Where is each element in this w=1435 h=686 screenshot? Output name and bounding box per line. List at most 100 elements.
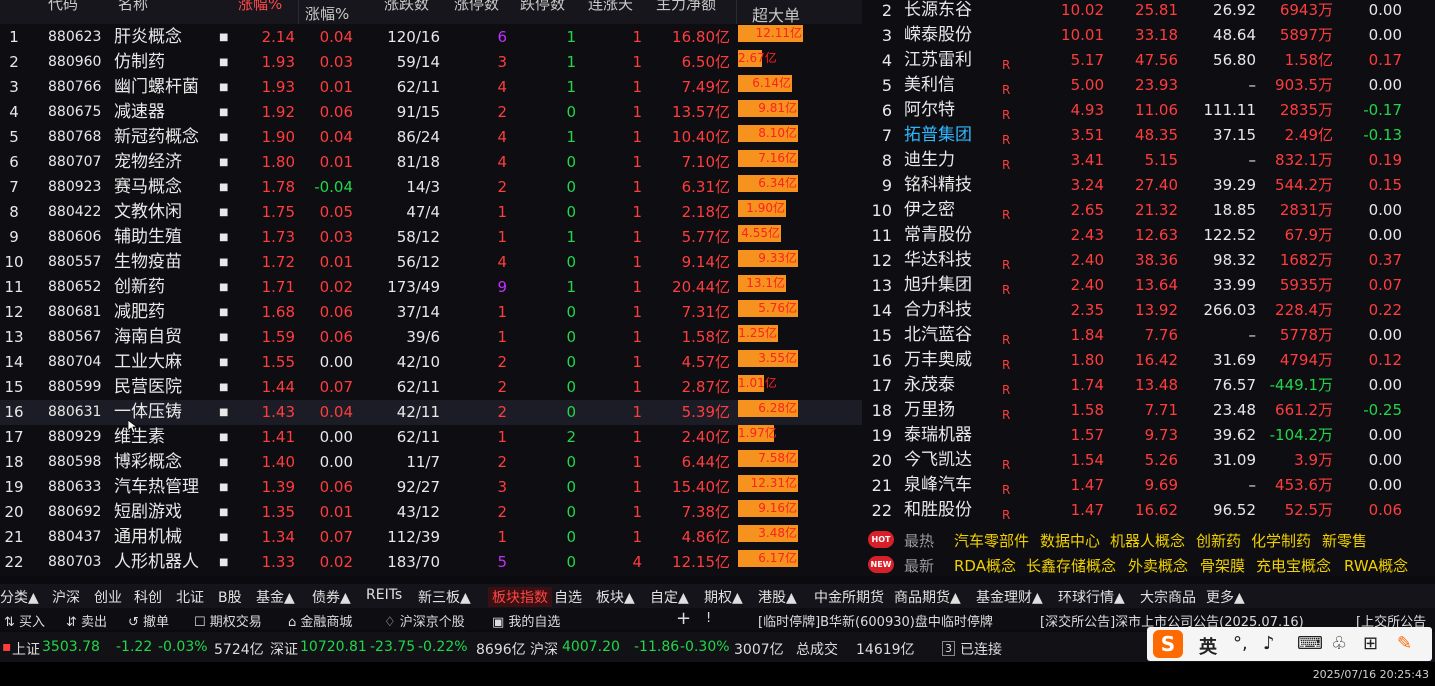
- tab-10[interactable]: 板块指数: [488, 587, 552, 607]
- stock-row[interactable]: 16 万丰奥威 R 1.80 16.42 31.69 4794万 0.12: [862, 348, 1435, 373]
- tab-6[interactable]: 基金▲: [256, 587, 295, 607]
- tab-7[interactable]: 债券▲: [312, 587, 351, 607]
- sector-row[interactable]: 8 880422 文教休闲 1.75 0.05 47/4 1 0 1 2.18亿 ■ 1.90亿: [0, 200, 862, 225]
- tab-21[interactable]: 更多▲: [1206, 587, 1245, 607]
- sector-row[interactable]: 2 880960 仿制药 1.93 0.03 59/14 3 1 1 6.50亿 ■ 2.67亿: [0, 50, 862, 75]
- stock-row[interactable]: 22 和胜股份 R 1.47 16.62 96.52 52.5万 0.06: [862, 498, 1435, 523]
- sector-row[interactable]: 20 880692 短剧游戏 1.35 0.01 43/12 2 0 1 7.38亿 ■ 9.16亿: [0, 500, 862, 525]
- sector-row[interactable]: 10 880557 生物疫苗 1.72 0.01 56/12 4 0 1 9.14亿 ■ 9.33亿: [0, 250, 862, 275]
- sector-row[interactable]: 1 880623 肝炎概念 2.14 0.04 120/16 6 1 1 16.80亿 ■ 12.11…: [0, 25, 862, 50]
- alert-icon[interactable]: !: [706, 611, 711, 626]
- finance-mall-button[interactable]: ⌂ 金融商城: [288, 611, 352, 630]
- col-limitup[interactable]: 涨停数: [454, 0, 499, 14]
- sector-row[interactable]: 12 880681 减肥药 1.68 0.06 37/14 1 0 1 7.31亿 ■ 5.76亿: [0, 300, 862, 325]
- notice-ticker-1[interactable]: [临时停牌]B华新(600930)盘中临时停牌: [758, 611, 993, 630]
- stock-row[interactable]: 2 长源东谷 10.02 25.81 26.92 6943万 0.00: [862, 0, 1435, 23]
- stock-row[interactable]: 14 合力科技 2.35 13.92 266.03 228.4万 0.22: [862, 298, 1435, 323]
- punctuation-icon[interactable]: °,: [1233, 633, 1248, 654]
- tab-13[interactable]: 自定▲: [650, 587, 689, 607]
- sz-label[interactable]: 深证: [270, 639, 298, 659]
- game-icon[interactable]: ✎: [1397, 633, 1412, 654]
- new-tag[interactable]: RDA概念: [954, 555, 1016, 576]
- col-limitdown[interactable]: 跌停数: [520, 0, 565, 14]
- stock-row[interactable]: 20 今飞凯达 R 1.54 5.26 31.09 3.9万 0.00: [862, 448, 1435, 473]
- stock-row[interactable]: 8 迪生力 R 3.41 5.15–832.1万 0.19: [862, 148, 1435, 173]
- tab-12[interactable]: 板块▲: [596, 587, 635, 607]
- hs-label[interactable]: 沪深: [530, 639, 558, 659]
- stock-row[interactable]: 21 泉峰汽车 R 1.47 9.69–453.6万 0.00: [862, 473, 1435, 498]
- stock-row[interactable]: 11 常青股份 2.43 12.63 122.52 67.9万 0.00: [862, 223, 1435, 248]
- option-trade-button[interactable]: ☐ 期权交易: [194, 611, 262, 630]
- sector-row[interactable]: 9 880606 辅助生殖 1.73 0.03 58/12 1 1 1 5.77亿 ■ 4.55亿: [0, 225, 862, 250]
- new-tag[interactable]: 充电宝概念: [1256, 555, 1331, 576]
- hot-tag[interactable]: 化学制药: [1251, 530, 1311, 551]
- sh-label[interactable]: 上证: [12, 639, 40, 659]
- tab-11[interactable]: 自选: [554, 587, 582, 607]
- cancel-button[interactable]: ↺ 撤单: [128, 611, 169, 630]
- col-updown[interactable]: 涨跌数: [384, 0, 429, 14]
- stock-row[interactable]: 12 华达科技 R 2.40 38.36 98.32 1682万 0.37: [862, 248, 1435, 273]
- col-speed[interactable]: 涨幅%: [305, 3, 349, 24]
- sector-row[interactable]: 7 880923 赛马概念 1.78 -0.04 14/3 2 0 1 6.31亿 ■ 6.34亿: [0, 175, 862, 200]
- sector-row[interactable]: 21 880437 通用机械 1.34 0.07 112/39 1 0 1 4.86亿 ■ 3.48亿: [0, 525, 862, 550]
- sector-row[interactable]: 11 880652 创新药 1.71 0.02 173/49 9 1 1 20.44亿 ■ 13.1亿: [0, 275, 862, 300]
- stock-row[interactable]: 17 永茂泰 R 1.74 13.48 76.57 -449.1万 0.00: [862, 373, 1435, 398]
- hot-tag[interactable]: 机器人概念: [1110, 530, 1185, 551]
- stock-row[interactable]: 19 泰瑞机器 1.57 9.73 39.62 -104.2万 0.00: [862, 423, 1435, 448]
- tab-4[interactable]: 北证: [176, 587, 204, 607]
- col-change[interactable]: 涨幅%: [238, 0, 282, 14]
- sector-row[interactable]: 6 880707 宠物经济 1.80 0.01 81/18 4 0 1 7.10亿 ■ 7.16亿: [0, 150, 862, 175]
- my-favorites-button[interactable]: ▣ 我的自选: [492, 611, 560, 630]
- tab-17[interactable]: 商品期货▲: [894, 587, 961, 607]
- stock-row[interactable]: 6 阿尔特 R 4.93 11.06 111.11 2835万 -0.17: [862, 98, 1435, 123]
- buy-button[interactable]: ⇅ 买入: [4, 611, 45, 630]
- new-tag[interactable]: 骨架膜: [1200, 555, 1245, 576]
- sector-row[interactable]: 22 880703 人形机器人 1.33 0.02 183/70 5 0 4 12.15亿 ■ 6.1…: [0, 550, 862, 575]
- sector-row[interactable]: 13 880567 海南自贸 1.59 0.06 39/6 1 0 1 1.58亿 ■ 1.25亿: [0, 325, 862, 350]
- tab-9[interactable]: 新三板▲: [418, 587, 471, 607]
- tab-2[interactable]: 创业: [94, 587, 122, 607]
- stock-button[interactable]: ♢ 沪深京个股: [384, 611, 465, 630]
- col-name[interactable]: 名称: [118, 0, 148, 14]
- stock-row[interactable]: 13 旭升集团 R 2.40 13.64 33.99 5935万 0.07: [862, 273, 1435, 298]
- tab-18[interactable]: 基金理财▲: [976, 587, 1043, 607]
- sector-row[interactable]: 14 880704 工业大麻 1.55 0.00 42/10 2 0 1 4.57亿 ■ 3.55亿: [0, 350, 862, 375]
- stock-row[interactable]: 3 嵘泰股份 10.01 33.18 48.64 5897万 0.00: [862, 23, 1435, 48]
- hot-tag[interactable]: 新零售: [1322, 530, 1367, 551]
- new-tag[interactable]: RWA概念: [1344, 555, 1408, 576]
- col-main-net[interactable]: 主力净额: [656, 0, 716, 14]
- tab-19[interactable]: 环球行情▲: [1058, 587, 1125, 607]
- tab-8[interactable]: REITs: [366, 587, 402, 603]
- tab-16[interactable]: 中金所期货: [814, 587, 884, 607]
- tab-1[interactable]: 沪深: [52, 587, 80, 607]
- toolbox-icon[interactable]: ⊞: [1363, 633, 1378, 654]
- sector-row[interactable]: 4 880675 减速器 1.92 0.06 91/15 2 0 1 13.57亿 ■ 9.81亿: [0, 100, 862, 125]
- stock-row[interactable]: 10 伊之密 R 2.65 21.32 18.85 2831万 0.00: [862, 198, 1435, 223]
- col-streak[interactable]: 连涨天: [588, 0, 633, 14]
- stock-row[interactable]: 15 北汽蓝谷 R 1.84 7.76–5778万 0.00: [862, 323, 1435, 348]
- sector-row[interactable]: 3 880766 幽门螺杆菌 1.93 0.01 62/11 4 1 1 7.49亿 ■ 6.14亿: [0, 75, 862, 100]
- hot-tag[interactable]: 汽车零部件: [954, 530, 1029, 551]
- stock-row[interactable]: 5 美利信 R 5.00 23.93–903.5万 0.00: [862, 73, 1435, 98]
- col-code[interactable]: 代码: [48, 0, 78, 14]
- sector-row[interactable]: 15 880599 民营医院 1.44 0.07 62/11 2 0 1 2.87亿 ■ 1.01亿: [0, 375, 862, 400]
- hot-tag[interactable]: 创新药: [1196, 530, 1241, 551]
- stock-row[interactable]: 4 江苏雷利 R 5.17 47.56 56.80 1.58亿 0.17: [862, 48, 1435, 73]
- tab-5[interactable]: B股: [218, 587, 242, 607]
- sector-row[interactable]: 19 880633 汽车热管理 1.39 0.06 92/27 3 0 1 15.40亿 ■ 12.3…: [0, 475, 862, 500]
- keyboard-icon[interactable]: ⌨: [1297, 633, 1323, 654]
- tab-20[interactable]: 大宗商品: [1140, 587, 1196, 607]
- sector-row[interactable]: 5 880768 新冠药概念 1.90 0.04 86/24 4 1 1 10.40亿 ■ 8.10亿: [0, 125, 862, 150]
- hot-tag[interactable]: 数据中心: [1040, 530, 1100, 551]
- sector-row[interactable]: 18 880598 博彩概念 1.40 0.00 11/7 2 0 1 6.44亿 ■ 7.58亿: [0, 450, 862, 475]
- stock-row[interactable]: 7 拓普集团 R 3.51 48.35 37.15 2.49亿 -0.13: [862, 123, 1435, 148]
- ime-toolbar[interactable]: S 英 °, ♪ ⌨ ♧ ⊞ ✎: [1147, 627, 1432, 661]
- tab-14[interactable]: 期权▲: [704, 587, 743, 607]
- add-icon[interactable]: +: [676, 608, 691, 629]
- skin-icon[interactable]: ♧: [1331, 633, 1347, 654]
- stock-row[interactable]: 18 万里扬 R 1.58 7.71 23.48 661.2万 -0.25: [862, 398, 1435, 423]
- tab-15[interactable]: 港股▲: [758, 587, 797, 607]
- tab-3[interactable]: 科创: [134, 587, 162, 607]
- sogou-logo-icon[interactable]: S: [1153, 630, 1183, 658]
- new-tag[interactable]: 长鑫存储概念: [1026, 555, 1116, 576]
